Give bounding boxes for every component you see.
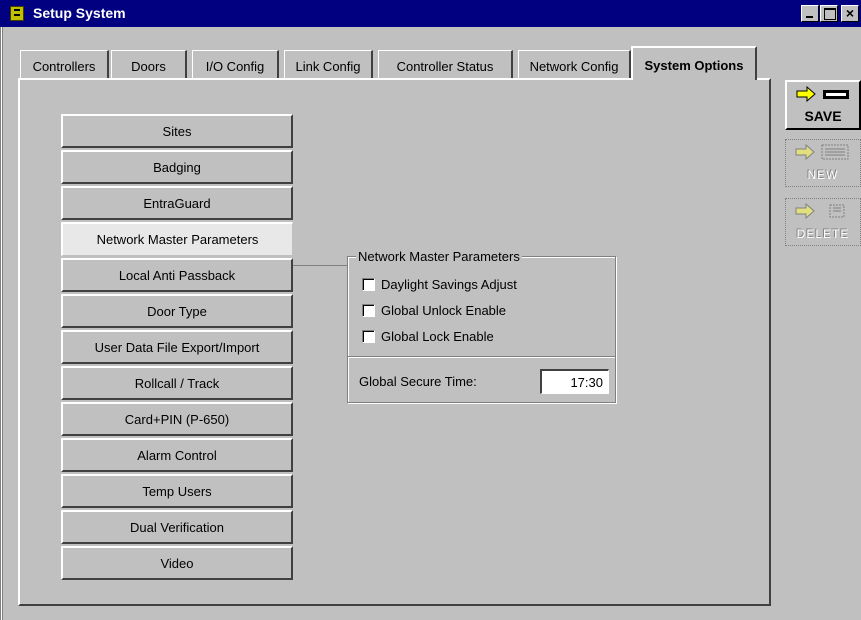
option-user-data-file-export-import[interactable]: User Data File Export/Import [61,330,293,364]
global-secure-time-input[interactable]: 17:30 [540,369,609,394]
minimize-button[interactable] [801,5,819,22]
global-unlock-row[interactable]: Global Unlock Enable [362,303,506,318]
option-temp-users[interactable]: Temp Users [61,474,293,508]
option-sites[interactable]: Sites [61,114,293,148]
option-door-type[interactable]: Door Type [61,294,293,328]
tab-link-config[interactable]: Link Config [284,50,373,79]
group-divider [348,356,615,357]
new-label: NEW [807,168,839,182]
window-left-highlight [1,27,2,620]
option-video[interactable]: Video [61,546,293,580]
tab-network-config[interactable]: Network Config [518,50,631,79]
app-icon[interactable] [10,6,24,21]
group-title: Network Master Parameters [356,249,522,264]
window-title: Setup System [33,5,126,21]
tab-system-options[interactable]: System Options [631,46,757,80]
new-icon [795,144,849,160]
daylight-savings-label: Daylight Savings Adjust [381,277,517,292]
save-label: SAVE [804,108,842,124]
daylight-savings-checkbox[interactable] [362,278,375,291]
daylight-savings-row[interactable]: Daylight Savings Adjust [362,277,517,292]
network-master-parameters-group: Network Master Parameters Daylight Savin… [347,249,616,403]
option-entraguard[interactable]: EntraGuard [61,186,293,220]
option-alarm-control[interactable]: Alarm Control [61,438,293,472]
option-local-anti-passback[interactable]: Local Anti Passback [61,258,293,292]
tab-doors[interactable]: Doors [111,50,187,79]
global-lock-row[interactable]: Global Lock Enable [362,329,494,344]
close-button[interactable]: × [841,5,859,22]
option-network-master-parameters[interactable]: Network Master Parameters [61,222,293,256]
option-badging[interactable]: Badging [61,150,293,184]
global-secure-time-label: Global Secure Time: [359,374,477,389]
save-button[interactable]: SAVE [785,80,861,130]
connector-line [293,265,347,266]
global-lock-label: Global Lock Enable [381,329,494,344]
tab-controllers[interactable]: Controllers [20,50,109,79]
global-unlock-label: Global Unlock Enable [381,303,507,318]
window-controls: × [800,5,859,22]
global-lock-checkbox[interactable] [362,330,375,343]
delete-button[interactable]: DELETE [785,198,861,246]
new-button[interactable]: NEW [785,139,861,187]
option-rollcall-track[interactable]: Rollcall / Track [61,366,293,400]
option-dual-verification[interactable]: Dual Verification [61,510,293,544]
tab-io-config[interactable]: I/O Config [192,50,279,79]
option-card-pin[interactable]: Card+PIN (P-650) [61,402,293,436]
global-unlock-checkbox[interactable] [362,304,375,317]
save-icon [796,86,849,102]
delete-icon [795,203,845,219]
title-bar[interactable]: Setup System × [0,0,861,27]
delete-label: DELETE [796,227,850,241]
tab-controller-status[interactable]: Controller Status [378,50,513,79]
maximize-button[interactable] [820,5,838,22]
